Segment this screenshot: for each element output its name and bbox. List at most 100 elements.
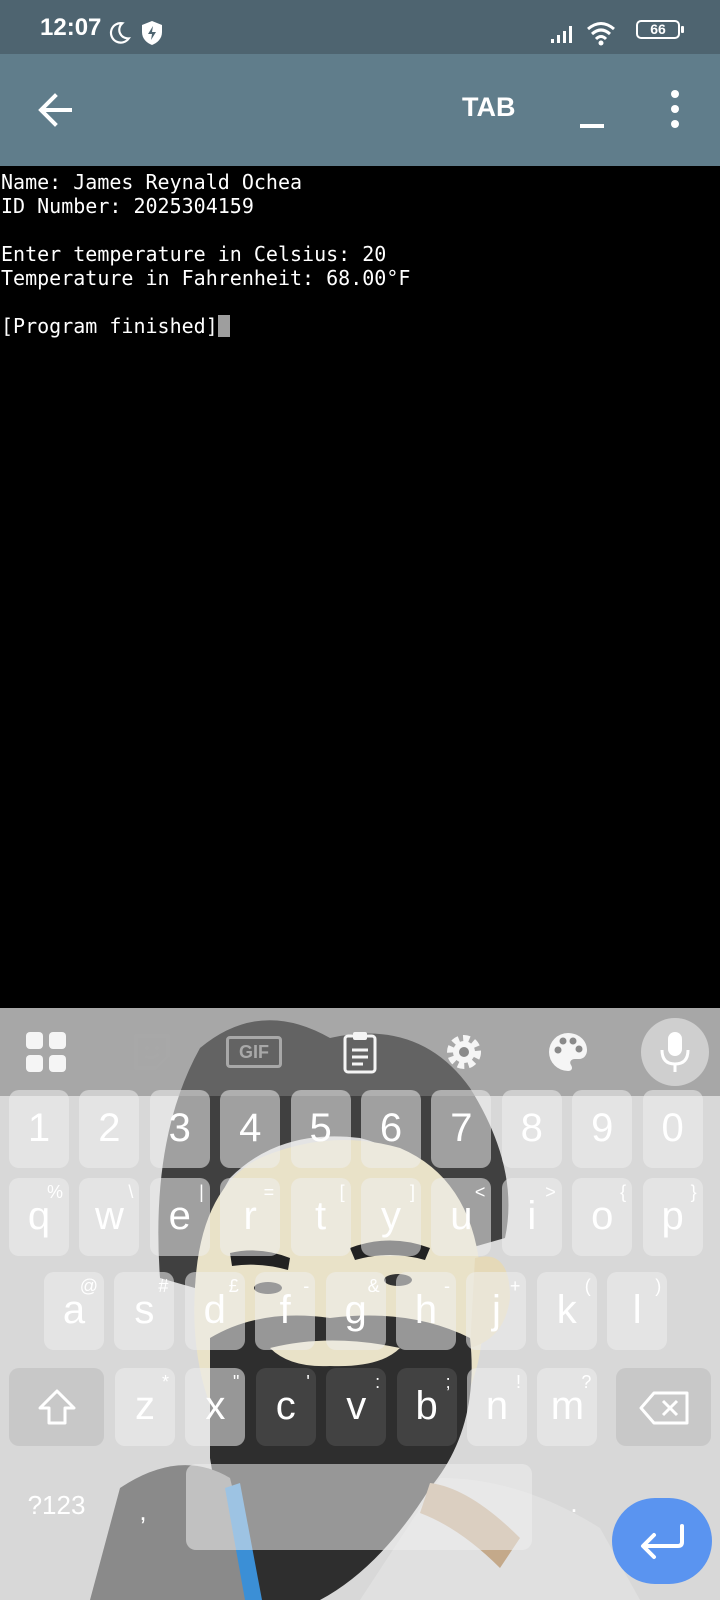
key-label: 2 xyxy=(98,1106,121,1150)
microphone-icon xyxy=(660,1032,690,1072)
key-label: 0 xyxy=(661,1106,684,1150)
key-secondary-label: \ xyxy=(128,1182,134,1202)
key-secondary-label: % xyxy=(46,1182,63,1202)
key[interactable]: 4 xyxy=(220,1090,281,1168)
key[interactable]: z * xyxy=(115,1368,175,1446)
key[interactable]: q% xyxy=(9,1178,69,1256)
key[interactable]: i > xyxy=(501,1178,562,1256)
key[interactable]: f- xyxy=(255,1272,316,1350)
key[interactable]: a @ xyxy=(44,1272,104,1350)
key-label: 7 xyxy=(450,1106,473,1150)
key-secondary-label: ? xyxy=(581,1372,592,1392)
key[interactable]: 7 xyxy=(431,1090,492,1168)
tab-button[interactable]: TAB xyxy=(462,92,516,123)
key-secondary-label: £ xyxy=(228,1276,239,1296)
key-secondary-label: | xyxy=(199,1182,204,1202)
more-vert-icon[interactable] xyxy=(654,90,694,130)
status-time: 12:07 xyxy=(40,14,102,41)
key-secondary-label: } xyxy=(690,1182,697,1202)
key[interactable]: v: xyxy=(326,1368,387,1446)
period-key[interactable]: . xyxy=(544,1464,604,1550)
key[interactable]: u < xyxy=(431,1178,492,1256)
key-label: 1 xyxy=(27,1106,51,1150)
key[interactable]: 3 xyxy=(149,1090,210,1168)
apps-grid-icon[interactable] xyxy=(22,1028,70,1076)
key-secondary-label: ] xyxy=(409,1182,415,1202)
comma-key-label: , xyxy=(139,1496,147,1526)
shift-icon xyxy=(38,1389,76,1425)
key[interactable]: r = xyxy=(220,1178,281,1256)
key-secondary-label: ; xyxy=(445,1372,451,1392)
key[interactable]: b; xyxy=(396,1368,457,1446)
key-secondary-label: > xyxy=(545,1182,556,1202)
key[interactable]: j + xyxy=(466,1272,527,1350)
battery-indicator: 66 xyxy=(636,20,684,39)
terminal-line: ID Number: 2025304159 xyxy=(1,194,254,218)
key[interactable]: 9 xyxy=(572,1090,633,1168)
terminal-output[interactable]: Name: James Reynald Ochea ID Number: 202… xyxy=(0,166,720,1008)
comma-key[interactable]: , xyxy=(113,1464,173,1550)
key-secondary-label: = xyxy=(263,1182,275,1202)
key[interactable]: 0 xyxy=(642,1090,703,1168)
key-label: 9 xyxy=(591,1106,614,1150)
keyboard: GIF 1 2 3 4 5 6 7 8 9 0 q% w \ e | r = t[y] u < i > o{p xyxy=(0,1008,720,1600)
enter-key[interactable] xyxy=(612,1498,712,1584)
key[interactable]: x " xyxy=(185,1368,246,1446)
key[interactable]: h- xyxy=(396,1272,456,1350)
clipboard-icon[interactable] xyxy=(336,1028,384,1076)
key[interactable]: 1 xyxy=(9,1090,69,1168)
enter-icon xyxy=(641,1524,684,1559)
key-label: 3 xyxy=(168,1106,191,1150)
key[interactable]: 5 xyxy=(290,1090,351,1168)
key-secondary-label: ' xyxy=(306,1372,310,1392)
key[interactable]: k( xyxy=(536,1272,597,1350)
key[interactable]: 2 xyxy=(79,1090,140,1168)
terminal-cursor xyxy=(217,315,230,337)
key[interactable]: y] xyxy=(361,1178,421,1256)
keyboard-toolbar: GIF xyxy=(0,1008,720,1096)
key-label: 6 xyxy=(379,1106,403,1150)
backspace-key[interactable] xyxy=(616,1368,711,1446)
key[interactable]: e | xyxy=(149,1178,210,1256)
sticker-icon[interactable] xyxy=(128,1028,176,1076)
space-bar[interactable] xyxy=(186,1464,532,1550)
key-label: 8 xyxy=(520,1106,543,1150)
settings-gear-icon[interactable] xyxy=(440,1028,488,1076)
key[interactable]: 8 xyxy=(501,1090,562,1168)
key[interactable]: g & xyxy=(325,1272,386,1350)
key[interactable]: m? xyxy=(537,1368,598,1446)
key-label: 4 xyxy=(239,1106,262,1150)
gif-icon[interactable]: GIF xyxy=(226,1036,282,1068)
underscore-icon[interactable] xyxy=(568,94,608,134)
key[interactable]: s # xyxy=(114,1272,175,1350)
key[interactable]: t[ xyxy=(290,1178,351,1256)
key[interactable]: n! xyxy=(467,1368,527,1446)
key[interactable]: w \ xyxy=(79,1178,140,1256)
key[interactable]: 6 xyxy=(361,1090,421,1168)
period-key-label: . xyxy=(570,1488,578,1518)
key-secondary-label: # xyxy=(158,1276,169,1296)
key-secondary-label: ( xyxy=(584,1276,591,1296)
key-secondary-label: [ xyxy=(339,1182,345,1202)
backspace-icon xyxy=(639,1391,689,1425)
terminal-line: Temperature in Fahrenheit: 68.00°F xyxy=(1,266,411,290)
key[interactable]: c ' xyxy=(255,1368,316,1446)
back-arrow-icon[interactable] xyxy=(28,82,84,138)
shift-key[interactable] xyxy=(9,1368,104,1446)
key-label: 5 xyxy=(309,1106,332,1150)
key[interactable]: p} xyxy=(642,1178,703,1256)
key-secondary-label: @ xyxy=(79,1276,98,1296)
palette-icon[interactable] xyxy=(544,1028,592,1076)
key[interactable]: l) xyxy=(607,1272,668,1350)
key[interactable]: d £ xyxy=(184,1272,245,1350)
moon-icon xyxy=(109,22,131,44)
key-secondary-label: { xyxy=(620,1182,627,1202)
microphone-button[interactable] xyxy=(641,1018,709,1086)
key-secondary-label: ) xyxy=(655,1276,662,1296)
symbols-key[interactable]: ?123 xyxy=(9,1464,104,1550)
status-bar: 12:07 66 xyxy=(0,0,720,54)
shield-icon xyxy=(142,21,162,45)
key[interactable]: o{ xyxy=(572,1178,633,1256)
